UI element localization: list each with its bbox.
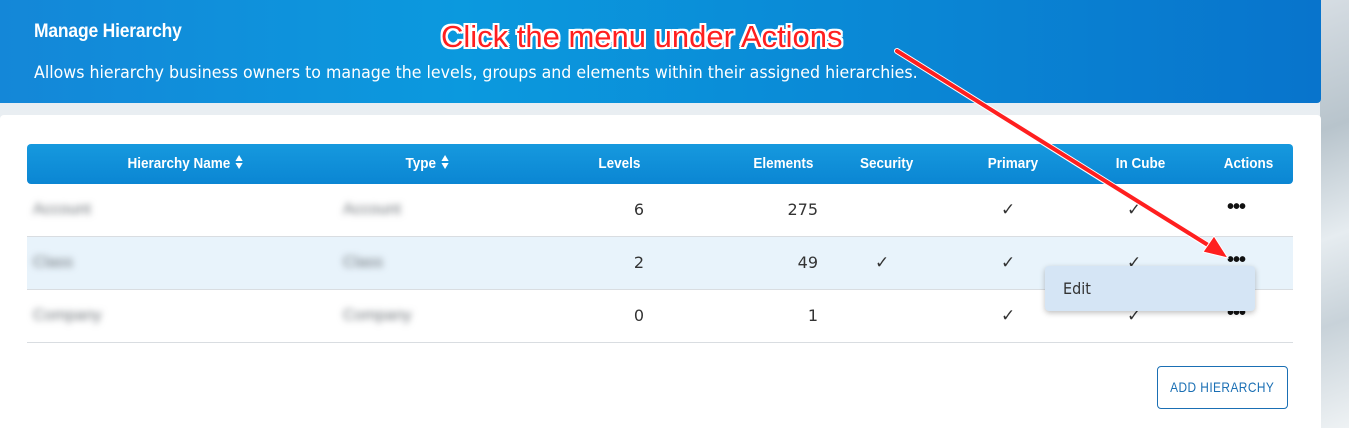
annotation-arrow-icon xyxy=(894,48,1230,259)
